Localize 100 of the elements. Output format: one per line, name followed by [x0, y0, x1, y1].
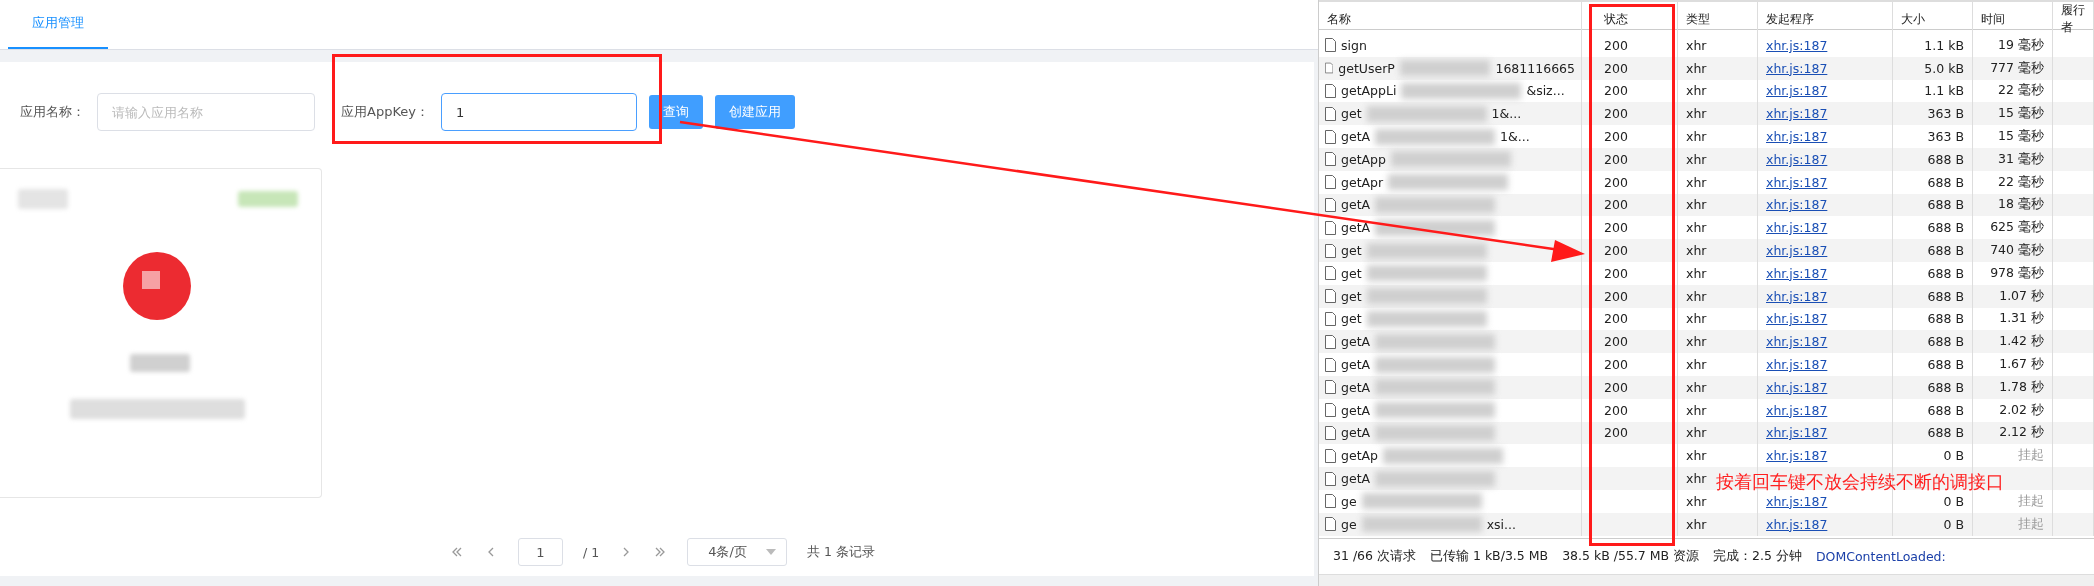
status-code: 200 — [1604, 288, 1628, 304]
status-code: 200 — [1604, 425, 1628, 441]
response-size: 0 B — [1943, 493, 1964, 509]
response-size: 688 B — [1927, 265, 1964, 281]
request-type: xhr — [1686, 60, 1707, 76]
file-icon — [1325, 471, 1336, 486]
request-type: xhr — [1686, 402, 1707, 418]
request-time: 978 毫秒 — [1990, 264, 2044, 282]
request-type: xhr — [1686, 311, 1707, 327]
request-name: getA — [1341, 129, 1371, 145]
file-icon — [1325, 84, 1336, 98]
initiator-link[interactable]: xhr.js:187 — [1766, 106, 1828, 122]
initiator-link[interactable]: xhr.js:187 — [1766, 402, 1828, 418]
initiator-link[interactable]: xhr.js:187 — [1766, 311, 1828, 327]
status-code: 200 — [1604, 83, 1628, 99]
request-name: getA — [1341, 402, 1371, 418]
request-type: xhr — [1686, 288, 1707, 304]
status-code: 200 — [1604, 151, 1628, 167]
request-time: 777 毫秒 — [1990, 59, 2044, 77]
status-code: 200 — [1604, 37, 1628, 53]
request-time: 1.07 秒 — [1999, 287, 2044, 305]
request-time: 22 毫秒 — [1998, 173, 2044, 191]
request-name: getA — [1341, 220, 1371, 236]
request-time: 31 毫秒 — [1998, 150, 2044, 168]
response-size: 688 B — [1927, 288, 1964, 304]
redacted-tag — [18, 189, 68, 209]
initiator-link[interactable]: xhr.js:187 — [1766, 151, 1828, 167]
request-type: xhr — [1686, 197, 1707, 213]
request-time: 18 毫秒 — [1998, 196, 2044, 214]
initiator-link[interactable]: xhr.js:187 — [1766, 83, 1828, 99]
file-icon — [1325, 334, 1336, 349]
request-name: get — [1341, 243, 1362, 259]
status-code: 200 — [1604, 60, 1628, 76]
status-code: 200 — [1604, 106, 1628, 122]
initiator-link[interactable]: xhr.js:187 — [1766, 425, 1828, 441]
response-size: 363 B — [1927, 129, 1964, 145]
response-size: 0 B — [1943, 516, 1964, 532]
file-icon — [1325, 357, 1336, 372]
field-label: 应用AppKey： — [341, 103, 429, 121]
request-name: get — [1341, 265, 1362, 281]
request-name: 1&... — [1500, 129, 1530, 145]
initiator-link[interactable]: xhr.js:187 — [1766, 493, 1828, 509]
status-code: 200 — [1604, 243, 1628, 259]
file-icon — [1325, 220, 1336, 235]
file-icon — [1325, 106, 1336, 121]
status-text: DOMContentLoaded: — [1815, 549, 1946, 564]
page-input[interactable]: 1 — [518, 538, 563, 566]
request-name: ge — [1341, 493, 1357, 509]
request-time: 1.67 秒 — [1999, 356, 2044, 374]
initiator-link[interactable]: xhr.js:187 — [1766, 37, 1828, 53]
file-icon — [1325, 289, 1336, 304]
initiator-link[interactable]: xhr.js:187 — [1766, 174, 1828, 190]
file-icon — [1325, 266, 1336, 281]
request-type: xhr — [1686, 265, 1707, 281]
initiator-link[interactable]: xhr.js:187 — [1766, 265, 1828, 281]
initiator-link[interactable]: xhr.js:187 — [1766, 334, 1828, 350]
response-size: 363 B — [1927, 106, 1964, 122]
status-code: 200 — [1604, 311, 1628, 327]
request-time: 1.42 秒 — [1999, 333, 2044, 351]
initiator-link[interactable]: xhr.js:187 — [1766, 288, 1828, 304]
request-type: xhr — [1686, 448, 1707, 464]
status-code: 200 — [1604, 265, 1628, 281]
request-name: getA — [1341, 379, 1371, 395]
page-size-select[interactable]: 4条/页 — [687, 538, 788, 566]
request-name: ge — [1341, 516, 1357, 532]
file-icon — [1325, 517, 1336, 532]
app-card[interactable] — [0, 168, 322, 498]
caret-icon — [766, 549, 777, 555]
file-icon — [1325, 380, 1336, 395]
request-type: xhr — [1686, 357, 1707, 373]
file-icon — [1325, 494, 1336, 509]
status-text: 31 /66 次请求 — [1333, 548, 1416, 565]
file-icon — [1325, 403, 1336, 418]
request-name: getA — [1341, 471, 1371, 487]
file-icon — [1325, 425, 1336, 440]
input-field[interactable]: 1 — [440, 93, 637, 131]
request-name: getA — [1341, 425, 1371, 441]
status-code: 200 — [1604, 379, 1628, 395]
initiator-link[interactable]: xhr.js:187 — [1766, 516, 1828, 532]
initiator-link[interactable]: xhr.js:187 — [1766, 129, 1828, 145]
file-icon — [1325, 175, 1336, 190]
initiator-link[interactable]: xhr.js:187 — [1766, 448, 1828, 464]
request-type: xhr — [1686, 129, 1707, 145]
initiator-link[interactable]: xhr.js:187 — [1766, 197, 1828, 213]
redacted-title — [130, 354, 190, 372]
request-name: getAppLi — [1341, 83, 1397, 99]
response-size: 688 B — [1927, 243, 1964, 259]
first-page-icon[interactable] — [450, 545, 464, 559]
request-time: 15 毫秒 — [1998, 105, 2044, 123]
initiator-link[interactable]: xhr.js:187 — [1766, 220, 1828, 236]
logo-icon — [120, 249, 194, 323]
initiator-link[interactable]: xhr.js:187 — [1766, 60, 1828, 76]
initiator-link[interactable]: xhr.js:187 — [1766, 243, 1828, 259]
request-time: 挂起 — [2018, 447, 2044, 465]
status-code: 200 — [1604, 357, 1628, 373]
initiator-link[interactable]: xhr.js:187 — [1766, 379, 1828, 395]
request-type: xhr — [1686, 37, 1707, 53]
input-field[interactable]: 请输入应用名称 — [97, 93, 315, 131]
file-icon — [1325, 38, 1336, 53]
initiator-link[interactable]: xhr.js:187 — [1766, 357, 1828, 373]
